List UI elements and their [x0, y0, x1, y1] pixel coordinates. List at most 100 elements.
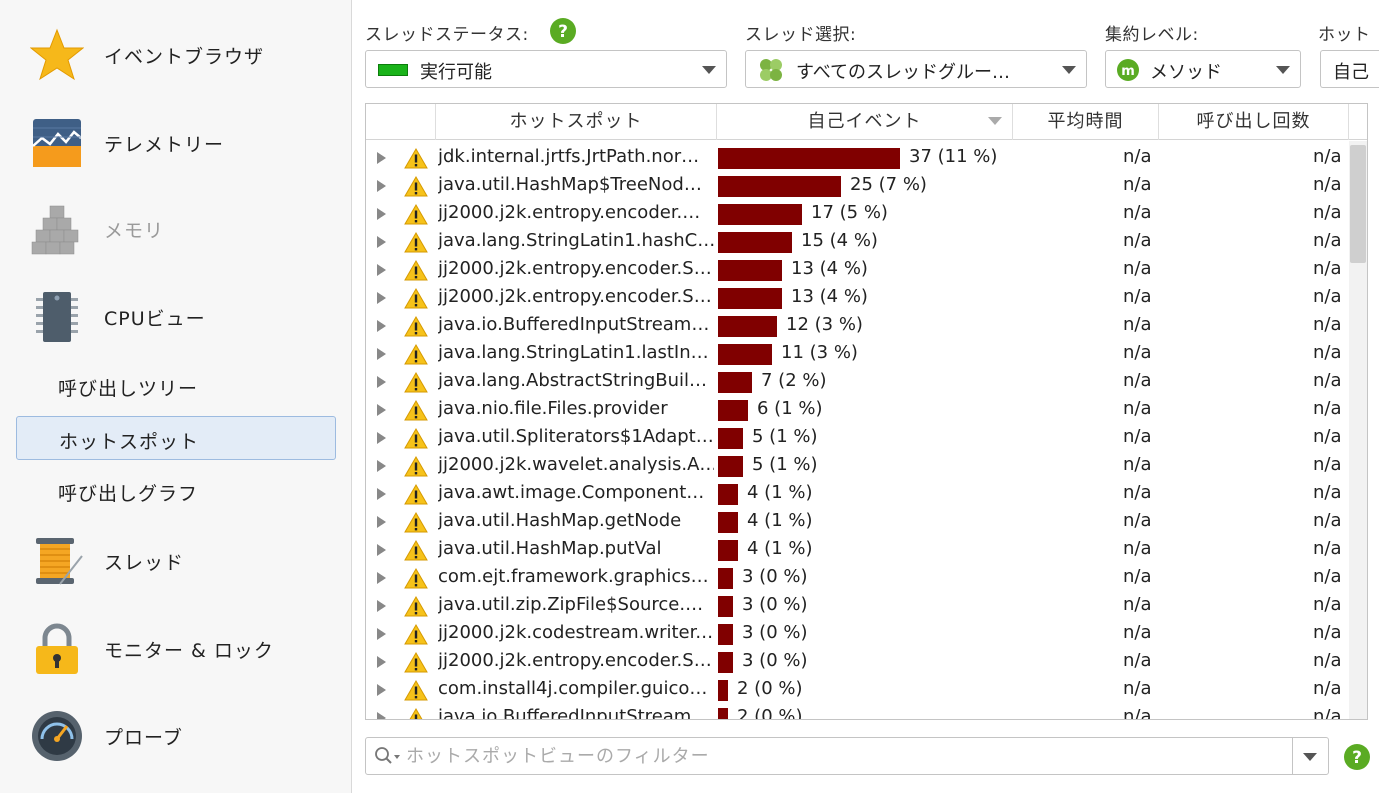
hotspot-mode-value: 自己: [1333, 62, 1369, 83]
expand-arrow-icon[interactable]: [377, 292, 386, 304]
hotspot-method-name: java.util.HashMap.getNode: [438, 510, 682, 531]
hotspot-mode-select[interactable]: 自己: [1320, 50, 1379, 88]
sidebar-item-probes[interactable]: プローブ: [0, 707, 351, 765]
sidebar-item-memory[interactable]: メモリ: [0, 200, 351, 258]
help-icon[interactable]: ?: [1343, 743, 1371, 771]
aggregation-level-select[interactable]: m メソッド: [1105, 50, 1301, 88]
scrollbar-thumb[interactable]: [1350, 145, 1366, 263]
thread-selection-label: スレッド選択:: [745, 25, 857, 45]
table-row[interactable]: com.ejt.framework.graphics… 3 (0 %) n/a n/a: [366, 564, 1351, 592]
star-icon: [30, 28, 84, 81]
table-row[interactable]: jj2000.j2k.codestream.writer.… 3 (0 %) n/a…: [366, 620, 1351, 648]
self-events-bar: [718, 372, 752, 393]
invocations-value: n/a: [1313, 202, 1342, 223]
thread-status-select[interactable]: 実行可能: [365, 50, 727, 88]
sidebar-subitem-call-graph[interactable]: 呼び出しグラフ: [16, 469, 336, 513]
expand-arrow-icon[interactable]: [377, 236, 386, 248]
table-row[interactable]: java.awt.image.Component… 4 (1 %) n/a n/a: [366, 480, 1351, 508]
table-row[interactable]: jdk.internal.jrtfs.JrtPath.nor… 37 (11 %)…: [366, 144, 1351, 172]
table-row[interactable]: java.util.HashMap.putVal 4 (1 %) n/a n/a: [366, 536, 1351, 564]
thread-selection-select[interactable]: すべてのスレッドグルー…: [745, 50, 1087, 88]
table-row[interactable]: jj2000.j2k.wavelet.analysis.A… 5 (1 %) n/a…: [366, 452, 1351, 480]
sidebar-item-monitors-locks[interactable]: モニター & ロック: [0, 620, 351, 678]
self-events-bar: [718, 316, 777, 337]
self-events-bar: [718, 344, 772, 365]
warning-icon: [404, 204, 428, 225]
expand-arrow-icon[interactable]: [377, 404, 386, 416]
table-row[interactable]: jj2000.j2k.entropy.encoder.S… 13 (4 %) n/a…: [366, 256, 1351, 284]
column-header-invocations[interactable]: 呼び出し回数: [1159, 104, 1349, 140]
self-events-bar: [718, 288, 782, 309]
self-events-bar: [718, 148, 900, 169]
sidebar-item-cpu-views[interactable]: CPUビュー: [0, 288, 351, 346]
expand-arrow-icon[interactable]: [377, 684, 386, 696]
expand-arrow-icon[interactable]: [377, 600, 386, 612]
hotspot-method-name: com.ejt.framework.graphics…: [438, 566, 709, 587]
expand-arrow-icon[interactable]: [377, 628, 386, 640]
expand-arrow-icon[interactable]: [377, 320, 386, 332]
self-events-value: 3 (0 %): [742, 594, 808, 615]
expand-arrow-icon[interactable]: [377, 516, 386, 528]
average-time-value: n/a: [1123, 482, 1152, 503]
expand-arrow-icon[interactable]: [377, 544, 386, 556]
table-row[interactable]: jj2000.j2k.entropy.encoder.… 17 (5 %) n/a n…: [366, 200, 1351, 228]
self-events-value: 2 (0 %): [737, 678, 803, 699]
expand-arrow-icon[interactable]: [377, 460, 386, 472]
table-row[interactable]: java.util.HashMap.getNode 4 (1 %) n/a n/a: [366, 508, 1351, 536]
expand-arrow-icon[interactable]: [377, 488, 386, 500]
warning-icon: [404, 428, 428, 449]
table-row[interactable]: java.util.HashMap$TreeNod… 25 (7 %) n/a n/a: [366, 172, 1351, 200]
expand-arrow-icon[interactable]: [377, 572, 386, 584]
expand-arrow-icon[interactable]: [377, 152, 386, 164]
help-icon[interactable]: ?: [549, 17, 577, 45]
expand-arrow-icon[interactable]: [377, 432, 386, 444]
table-row[interactable]: jj2000.j2k.entropy.encoder.S… 3 (0 %) n/a n…: [366, 648, 1351, 676]
self-events-value: 2 (0 %): [737, 706, 803, 719]
sidebar-subitem-call-tree[interactable]: 呼び出しツリー: [16, 364, 336, 408]
expand-arrow-icon[interactable]: [377, 264, 386, 276]
filter-input[interactable]: [406, 742, 1286, 770]
table-row[interactable]: java.util.Spliterators$1Adapt… 5 (1 %) n/a…: [366, 424, 1351, 452]
warning-icon: [404, 652, 428, 673]
hotspot-method-name: java.awt.image.Component…: [438, 482, 705, 503]
search-icon[interactable]: [374, 746, 402, 766]
sidebar-subitem-label: ホットスポット: [59, 431, 200, 453]
expand-arrow-icon[interactable]: [377, 712, 386, 719]
expand-arrow-icon[interactable]: [377, 348, 386, 360]
filter-history-dropdown[interactable]: [1292, 738, 1329, 774]
sidebar-item-threads[interactable]: スレッド: [0, 532, 351, 590]
table-row[interactable]: java.util.zip.ZipFile$Source.… 3 (0 %) n/a…: [366, 592, 1351, 620]
table-row[interactable]: java.lang.StringLatin1.hashC… 15 (4 %) n/a…: [366, 228, 1351, 256]
self-events-bar: [718, 176, 841, 197]
self-events-value: 12 (3 %): [786, 314, 863, 335]
table-row[interactable]: java.lang.AbstractStringBuil… 7 (2 %) n/a n…: [366, 368, 1351, 396]
invocations-value: n/a: [1313, 650, 1342, 671]
hotspot-mode-label: ホット: [1318, 25, 1371, 45]
expand-arrow-icon[interactable]: [377, 208, 386, 220]
hotspot-method-name: jj2000.j2k.codestream.writer.…: [438, 622, 714, 643]
warning-icon: [404, 232, 428, 253]
sidebar-subitem-hot-spots[interactable]: ホットスポット: [16, 416, 336, 460]
hotspot-method-name: jj2000.j2k.entropy.encoder.S…: [438, 286, 712, 307]
expand-arrow-icon[interactable]: [377, 376, 386, 388]
table-row[interactable]: jj2000.j2k.entropy.encoder.S… 13 (4 %) n/a…: [366, 284, 1351, 312]
expand-arrow-icon[interactable]: [377, 180, 386, 192]
vertical-scrollbar[interactable]: [1349, 141, 1367, 719]
table-row[interactable]: com.install4j.compiler.guico… 2 (0 %) n/a n…: [366, 676, 1351, 704]
thread-status-value: 実行可能: [420, 62, 492, 83]
column-header-hot-spot[interactable]: ホットスポット: [436, 104, 717, 140]
self-events-bar: [718, 204, 802, 225]
table-row[interactable]: java.io.BufferedInputStream… 2 (0 %) n/a n/…: [366, 704, 1351, 719]
table-row[interactable]: java.io.BufferedInputStream… 12 (3 %) n/a n…: [366, 312, 1351, 340]
column-header-self-events[interactable]: 自己イベント: [717, 104, 1013, 140]
invocations-value: n/a: [1313, 286, 1342, 307]
table-row[interactable]: java.nio.file.Files.provider 6 (1 %) n/a n/…: [366, 396, 1351, 424]
sidebar-item-event-browser[interactable]: イベントブラウザ: [0, 26, 351, 84]
self-events-value: 3 (0 %): [742, 566, 808, 587]
expand-arrow-icon[interactable]: [377, 656, 386, 668]
sidebar-item-telemetry[interactable]: テレメトリー: [0, 114, 351, 172]
warning-icon: [404, 680, 428, 701]
table-row[interactable]: java.lang.StringLatin1.lastIn… 11 (3 %) n/…: [366, 340, 1351, 368]
column-header-average-time[interactable]: 平均時間: [1013, 104, 1159, 140]
svg-text:?: ?: [1352, 748, 1362, 768]
